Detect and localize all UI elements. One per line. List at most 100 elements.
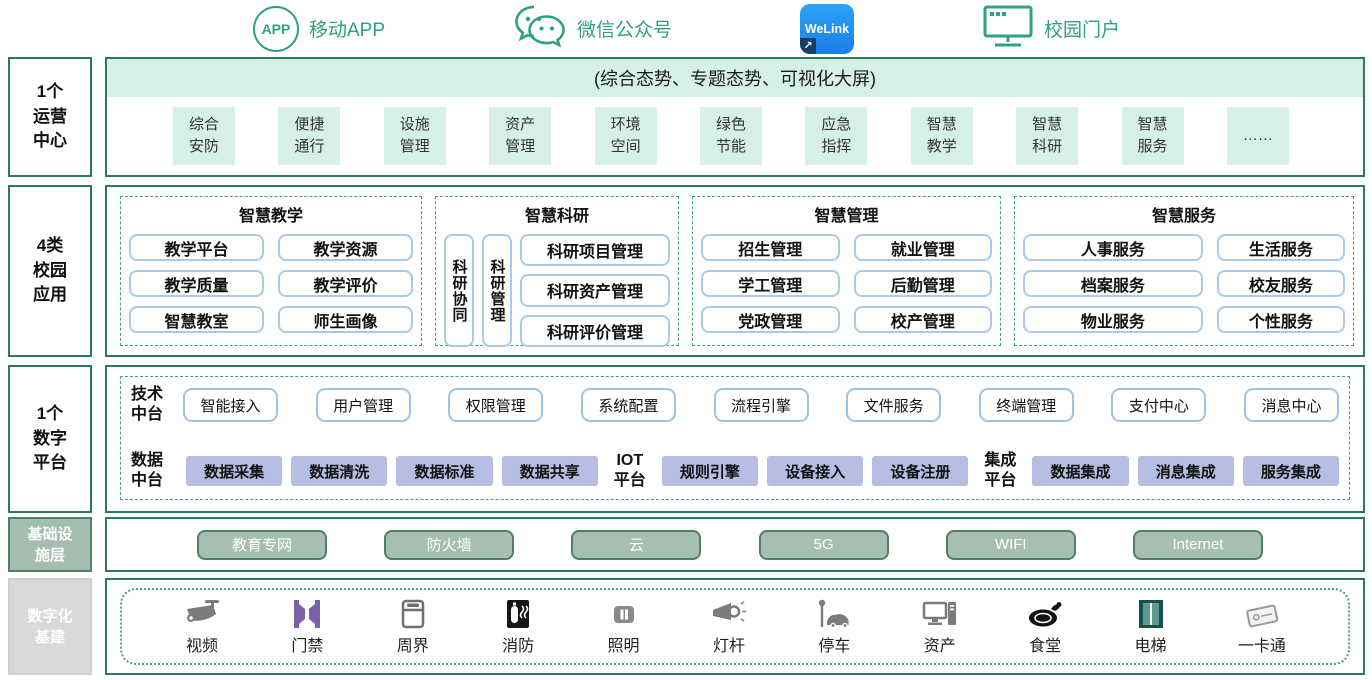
module-chip: 后勤管理 (854, 270, 993, 297)
operation-header: (综合态势、专题态势、可视化大屏) (107, 59, 1363, 97)
network-chip: WIFI (946, 530, 1076, 560)
wechat-entry[interactable]: 微信公众号 (513, 4, 672, 53)
platform-chip: 消息集成 (1138, 456, 1234, 486)
chip-label: 智慧科研 (1032, 114, 1062, 159)
foundation-item-label: 电梯 (1135, 632, 1167, 656)
portal-entry[interactable]: 校园门户 (982, 4, 1120, 53)
fire-extinguisher-icon (500, 597, 536, 629)
group-title: 智慧管理 (701, 202, 992, 226)
tech-middle-platform-line: 技术 中台 智能接入 用户管理 权限管理 系统配置 流程引擎 文件服务 终端管理… (131, 385, 1339, 425)
module-chip: 教学评价 (278, 270, 413, 297)
platform-chip: 数据清洗 (291, 456, 387, 486)
welink-label: WeLink (805, 22, 849, 36)
foundation-item-label: 灯杆 (713, 632, 745, 656)
gate-icon (289, 597, 325, 629)
foundation-item-parking: 停车 (816, 597, 852, 656)
operation-chips: 综合安防 便捷通行 设施管理 资产管理 环境空间 绿色节能 应急指挥 智慧教学 … (107, 97, 1363, 165)
platform-chip: 流程引擎 (714, 388, 809, 422)
group-items: 教学平台 教学资源 教学质量 教学评价 智慧教室 师生画像 (129, 234, 413, 333)
operation-chip: 设施管理 (384, 107, 446, 165)
foundation-item-asset: 资产 (922, 597, 958, 656)
operation-center-label: 1个 运营 中心 (8, 57, 92, 177)
foundation-item-label: 周界 (397, 632, 429, 656)
group-title: 智慧教学 (129, 202, 413, 226)
foundation-item-label: 食堂 (1029, 632, 1061, 656)
module-chip: 智慧教室 (129, 306, 264, 333)
foundation-item-perimeter: 周界 (395, 597, 431, 656)
mobile-app-entry[interactable]: APP 移动APP (253, 6, 385, 52)
network-chip: 5G (759, 530, 889, 560)
access-channels-bar: APP 移动APP 微信公众号 WeLink (8, 0, 1365, 57)
group-smart-research: 智慧科研 科研协同 科研管理 科研项目管理 科研资产管理 科研评价管理 (435, 196, 679, 346)
group-smart-services: 智慧服务 人事服务 生活服务 档案服务 校友服务 物业服务 个性服务 (1014, 196, 1354, 346)
platform-chip: 规则引擎 (662, 456, 758, 486)
group-items: 招生管理 就业管理 学工管理 后勤管理 党政管理 校产管理 (701, 234, 992, 333)
group-smart-teaching: 智慧教学 教学平台 教学资源 教学质量 教学评价 智慧教室 师生画像 (120, 196, 422, 346)
campus-applications-row: 4类 校园 应用 智慧教学 教学平台 教学资源 教学质量 教学评价 智慧教室 师… (8, 185, 1365, 357)
module-chip: 档案服务 (1023, 270, 1203, 297)
operation-chip: 应急指挥 (805, 107, 867, 165)
foundation-item-fire: 消防 (500, 597, 536, 656)
operation-center-row: 1个 运营 中心 (综合态势、专题态势、可视化大屏) 综合安防 便捷通行 设施管… (8, 57, 1365, 177)
infrastructure-row: 基础设 施层 教育专网 防火墙 云 5G WIFI Internet (8, 517, 1365, 572)
canteen-icon (1027, 597, 1063, 629)
welink-entry[interactable]: WeLink (800, 4, 854, 54)
module-chip: 党政管理 (701, 306, 840, 333)
foundation-item-label: 视频 (186, 632, 218, 656)
operation-chip: 绿色节能 (700, 107, 762, 165)
digital-foundation-row: 数字化 基建 视频 (8, 578, 1365, 675)
operation-chip: 智慧教学 (911, 107, 973, 165)
operation-chip: 综合安防 (173, 107, 235, 165)
module-chip: 个性服务 (1217, 306, 1345, 333)
portal-label: 校园门户 (1044, 15, 1120, 42)
monitor-icon (982, 4, 1034, 53)
chip-label: 设施管理 (400, 114, 430, 159)
smart-campus-architecture-diagram: APP 移动APP 微信公众号 WeLink (0, 0, 1372, 680)
digital-foundation-inner: 视频 门禁 (120, 588, 1350, 665)
foundation-item-video: 视频 (184, 597, 220, 656)
platform-chip: 文件服务 (846, 388, 941, 422)
chip-label: 便捷通行 (294, 114, 324, 159)
integration-platform-label: 集成 平台 (977, 451, 1023, 491)
group-title: 智慧科研 (444, 202, 670, 226)
chip-label: 环境空间 (611, 114, 641, 159)
infrastructure-label: 基础设 施层 (8, 517, 92, 572)
module-chip: 师生画像 (278, 306, 413, 333)
foundation-item-label: 消防 (502, 632, 534, 656)
lighting-icon (606, 597, 642, 629)
digital-platform-inner: 技术 中台 智能接入 用户管理 权限管理 系统配置 流程引擎 文件服务 终端管理… (120, 376, 1350, 500)
operation-chip: 智慧服务 (1122, 107, 1184, 165)
wechat-icon (513, 4, 567, 53)
module-chip: 教学平台 (129, 234, 264, 261)
elevator-icon (1133, 597, 1169, 629)
digital-platform-panel: 技术 中台 智能接入 用户管理 权限管理 系统配置 流程引擎 文件服务 终端管理… (105, 365, 1365, 513)
card-icon (1244, 597, 1280, 629)
module-chip: 招生管理 (701, 234, 840, 261)
platform-chip: 用户管理 (316, 388, 411, 422)
network-chip: Internet (1133, 530, 1263, 560)
platform-chip: 数据集成 (1032, 456, 1128, 486)
parking-icon (816, 597, 852, 629)
iot-platform-label: IOT 平台 (607, 451, 653, 491)
mobile-app-label: 移动APP (309, 15, 385, 42)
module-chip: 校友服务 (1217, 270, 1345, 297)
module-chip: 科研评价管理 (520, 315, 670, 347)
digital-foundation-label: 数字化 基建 (8, 578, 92, 675)
module-chip: 人事服务 (1023, 234, 1203, 261)
arrow-up-right-icon (800, 38, 816, 54)
tech-middle-platform-label: 技术 中台 (131, 385, 183, 425)
wechat-label: 微信公众号 (577, 15, 672, 42)
digital-foundation-panel: 视频 门禁 (105, 578, 1365, 675)
group-smart-management: 智慧管理 招生管理 就业管理 学工管理 后勤管理 党政管理 校产管理 (692, 196, 1001, 346)
chip-label: 智慧教学 (927, 114, 957, 159)
platform-chip: 权限管理 (448, 388, 543, 422)
platform-chip: 服务集成 (1243, 456, 1339, 486)
foundation-item-access: 门禁 (289, 597, 325, 656)
foundation-item-label: 资产 (924, 632, 956, 656)
module-chip: 物业服务 (1023, 306, 1203, 333)
foundation-item-lighting: 照明 (606, 597, 642, 656)
platform-chip: 消息中心 (1244, 388, 1339, 422)
foundation-item-label: 停车 (818, 632, 850, 656)
app-icon: APP (253, 6, 299, 52)
group-items: 人事服务 生活服务 档案服务 校友服务 物业服务 个性服务 (1023, 234, 1345, 333)
